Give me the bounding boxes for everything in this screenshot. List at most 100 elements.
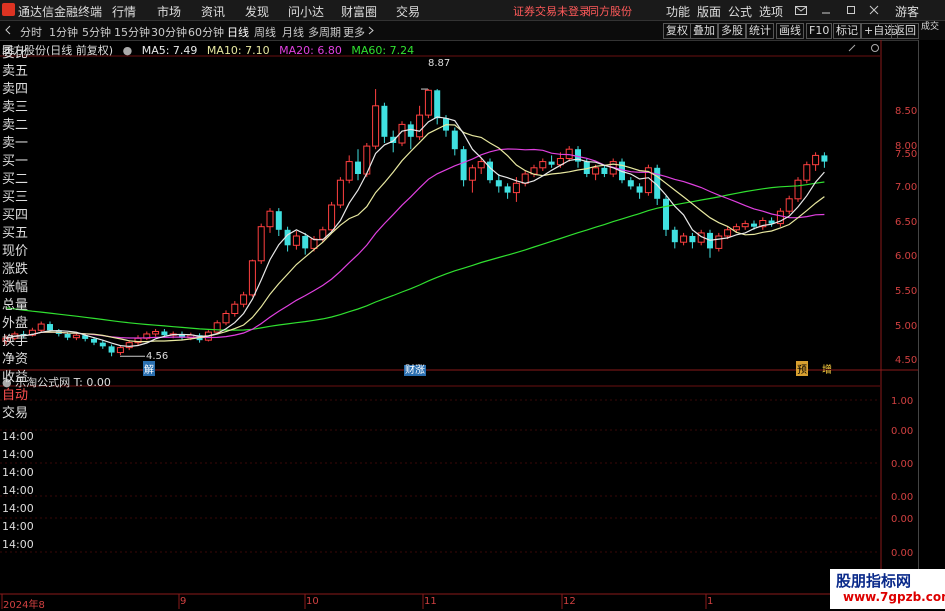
trade-time: 14:00: [2, 484, 34, 497]
trade-time: 14:00: [2, 430, 34, 443]
candle-down: [460, 149, 467, 181]
side-earnings[interactable]: 收益: [2, 371, 28, 384]
candle-down: [434, 90, 441, 119]
candle-down: [161, 331, 168, 336]
candle-up: [812, 154, 820, 166]
side-change[interactable]: 涨跌: [2, 263, 28, 276]
timeline-label: 9: [180, 596, 187, 607]
price-tick: 6.00: [895, 251, 918, 262]
sub-axis-tick: 0.00: [891, 514, 914, 525]
sub-axis-tick: 0.00: [891, 459, 914, 470]
candle-up: [152, 330, 160, 335]
price-tick: 6.50: [895, 217, 918, 228]
candle-down: [64, 333, 71, 338]
candle-down: [636, 186, 643, 193]
candle-up: [328, 204, 336, 231]
side-buy3[interactable]: 买三: [2, 191, 28, 204]
high-price-label: 8.87: [428, 58, 451, 69]
timeline-label: 1: [707, 596, 714, 607]
timeline-label: 11: [424, 596, 437, 607]
candle-up: [724, 229, 732, 237]
candle-down: [495, 180, 502, 187]
candle-up: [680, 235, 688, 243]
side-buy5[interactable]: 买五: [2, 227, 28, 240]
side-change-pct[interactable]: 涨幅: [2, 281, 28, 294]
candle-down: [821, 155, 828, 162]
side-outer[interactable]: 外盘: [2, 317, 28, 330]
side-volume[interactable]: 总量: [2, 299, 28, 312]
price-tick: 7.50: [895, 149, 918, 160]
price-tick: 8.50: [895, 106, 918, 117]
candle-down: [627, 180, 634, 187]
sub-axis-tick: 0.00: [891, 426, 914, 437]
candle-up: [231, 303, 239, 315]
timeline-label: 12: [563, 596, 576, 607]
candle-down: [47, 324, 53, 331]
price-tick: 5.00: [895, 321, 918, 332]
candle-up: [794, 179, 802, 200]
watermark-text: 股朋指标网: [836, 572, 912, 590]
side-net-asset[interactable]: 净资: [2, 353, 28, 366]
side-sell4[interactable]: 卖四: [2, 83, 28, 96]
price-tick: 4.50: [895, 355, 918, 366]
candle-up: [424, 89, 432, 116]
candle-up: [345, 161, 353, 181]
candle-down: [663, 198, 669, 230]
side-sell1[interactable]: 卖一: [2, 137, 28, 150]
candle-up: [310, 238, 318, 249]
candle-up: [803, 164, 811, 181]
side-buy1[interactable]: 买一: [2, 155, 28, 168]
candle-up: [257, 226, 265, 262]
candle-up: [213, 322, 221, 333]
candle-up: [741, 223, 749, 228]
price-tick: 7.00: [895, 182, 918, 193]
timeline-label: 10: [306, 596, 319, 607]
ma60-line: [5, 181, 825, 331]
side-buy4[interactable]: 买四: [2, 209, 28, 222]
side-weibi[interactable]: 委比: [2, 47, 28, 60]
candle-up: [72, 334, 80, 339]
candle-up: [372, 105, 380, 147]
event-increase-badge[interactable]: 增: [822, 361, 832, 376]
candle-up: [592, 167, 600, 175]
candle-up: [240, 294, 248, 305]
candle-up: [248, 260, 256, 296]
candle-up: [785, 198, 793, 212]
event-forecast-badge[interactable]: 预: [796, 361, 808, 376]
quote-side-panel: [918, 40, 945, 609]
candle-up: [565, 148, 573, 159]
side-turnover[interactable]: 换手: [2, 335, 28, 348]
candle-down: [751, 223, 757, 227]
side-sell5[interactable]: 卖五: [2, 65, 28, 78]
candle-up: [222, 313, 230, 324]
candle-up: [416, 114, 424, 138]
candle-down: [548, 161, 555, 165]
candle-up: [521, 173, 529, 184]
candle-down: [108, 346, 115, 353]
candle-up: [116, 347, 124, 354]
candle-down: [275, 211, 282, 230]
kline-chart[interactable]: [0, 0, 945, 609]
side-trade[interactable]: 交易: [2, 407, 28, 420]
candle-down: [451, 130, 458, 150]
event-finance-badge[interactable]: 财涨: [404, 361, 426, 376]
sub-axis-tick: 0.00: [891, 548, 914, 559]
side-auto[interactable]: 自动: [2, 389, 28, 402]
candle-down: [355, 161, 361, 174]
side-sell3[interactable]: 卖三: [2, 101, 28, 114]
trade-time: 14:00: [2, 538, 34, 551]
trade-time: 14:00: [2, 520, 34, 533]
side-price[interactable]: 现价: [2, 245, 28, 258]
side-sell2[interactable]: 卖二: [2, 119, 28, 132]
trade-time: 14:00: [2, 502, 34, 515]
candle-up: [468, 167, 476, 181]
candle-up: [37, 323, 45, 331]
side-buy2[interactable]: 买二: [2, 173, 28, 186]
candle-down: [302, 236, 309, 249]
sub-axis-tick: 0.00: [891, 492, 914, 503]
event-unlock-badge[interactable]: 解: [143, 361, 155, 376]
candle-up: [477, 161, 485, 169]
candle-up: [539, 161, 547, 169]
sub-axis-tick: 1.00: [891, 396, 914, 407]
watermark-url: www.7gpzb.com: [843, 590, 945, 604]
